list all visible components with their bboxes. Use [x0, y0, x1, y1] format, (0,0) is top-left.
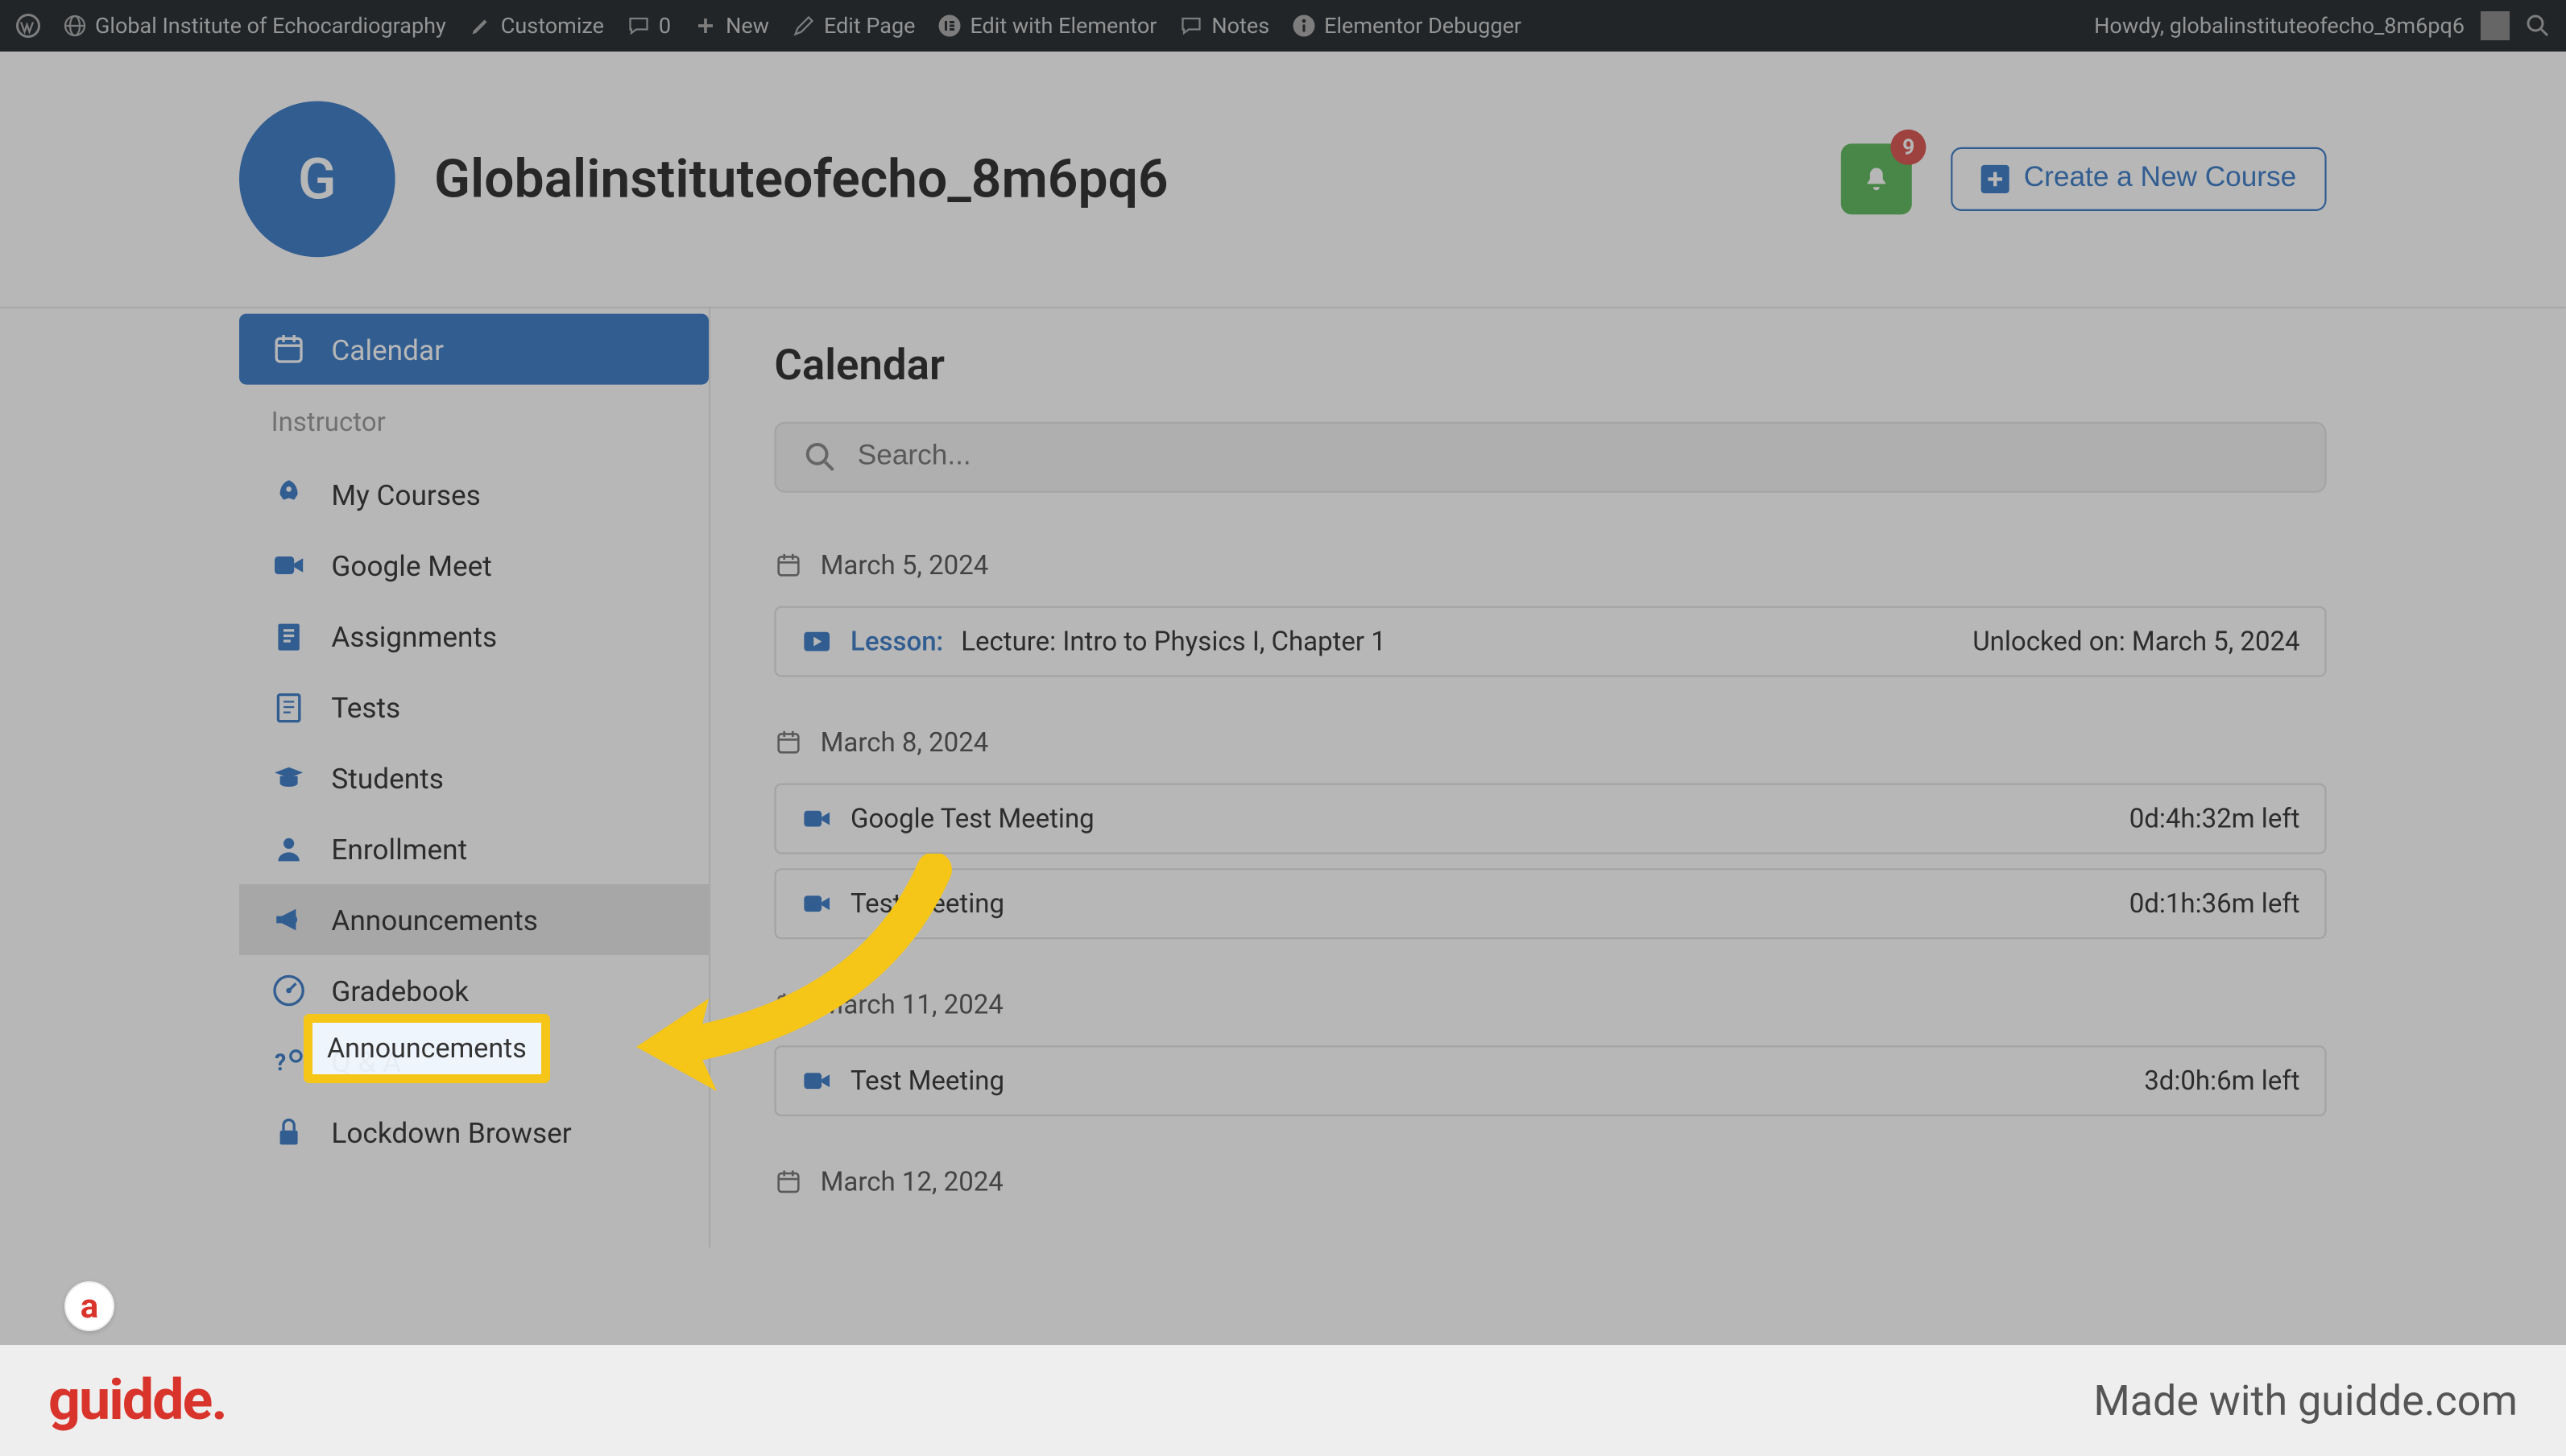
notification-badge: 9: [1891, 130, 1927, 165]
info-icon: [1292, 14, 1316, 38]
wordpress-icon: [16, 14, 40, 38]
calendar-container: March 5, 2024 Lesson: Lecture: Intro to …: [774, 549, 2326, 1197]
search-input[interactable]: [858, 441, 2296, 474]
edit-elementor-item[interactable]: Edit with Elementor: [937, 13, 1157, 39]
plus-icon: [693, 14, 718, 38]
question-icon: ?: [271, 1044, 307, 1079]
search-icon: [805, 441, 837, 474]
calendar-date: March 12, 2024: [774, 1166, 2326, 1198]
brush-icon: [469, 14, 493, 38]
calendar-date: March 8, 2024: [774, 726, 2326, 759]
wp-logo[interactable]: [16, 14, 40, 38]
calendar-group: March 8, 2024 Google Test Meeting0d:4h:3…: [774, 726, 2326, 939]
sidebar-item-google-meet[interactable]: Google Meet: [239, 530, 709, 601]
calendar-item[interactable]: Google Test Meeting0d:4h:32m left: [774, 784, 2326, 854]
sidebar-tests-label: Tests: [331, 690, 400, 724]
graduation-icon: [271, 760, 307, 796]
comment-icon: [627, 14, 651, 38]
sidebar-students-label: Students: [331, 761, 443, 795]
calendar-group: March 11, 2024 Test Meeting3d:0h:6m left: [774, 989, 2326, 1116]
notes-label: Notes: [1211, 13, 1269, 39]
lock-icon: [271, 1115, 307, 1150]
sidebar-enrollment-label: Enrollment: [331, 832, 467, 866]
user-avatar-circle: G: [239, 101, 395, 258]
create-course-label: Create a New Course: [2024, 163, 2296, 196]
video-icon: [271, 548, 307, 583]
debugger-label: Elementor Debugger: [1324, 13, 1521, 39]
new-label: New: [726, 13, 769, 39]
edit-page-item[interactable]: Edit Page: [792, 13, 915, 39]
debugger-item[interactable]: Elementor Debugger: [1292, 13, 1521, 39]
customize-label: Customize: [501, 13, 604, 39]
comments-item[interactable]: 0: [627, 13, 671, 39]
new-item[interactable]: New: [693, 13, 769, 39]
create-course-button[interactable]: Create a New Course: [1951, 147, 2327, 211]
svg-text:?: ?: [275, 1049, 286, 1076]
search-icon[interactable]: [2526, 14, 2550, 38]
user-avatar-icon[interactable]: [2481, 11, 2510, 40]
made-with-label: Made with guidde.com: [2093, 1376, 2518, 1425]
calendar-group: March 5, 2024 Lesson: Lecture: Intro to …: [774, 549, 2326, 676]
calendar-item[interactable]: Test Meeting0d:1h:36m left: [774, 868, 2326, 939]
elementor-icon: [937, 14, 962, 38]
document-icon: [271, 689, 307, 725]
notifications-button[interactable]: 9: [1841, 143, 1912, 214]
home-icon: [63, 14, 87, 38]
edit-elementor-label: Edit with Elementor: [970, 13, 1157, 39]
edit-page-label: Edit Page: [824, 13, 915, 39]
sidebar-item-my-courses[interactable]: My Courses: [239, 459, 709, 530]
notes-icon: [1179, 14, 1203, 38]
gauge-icon: [271, 973, 307, 1008]
site-name-item[interactable]: Global Institute of Echocardiography: [63, 13, 446, 39]
user-icon: [271, 831, 307, 867]
calendar-date: March 11, 2024: [774, 989, 2326, 1021]
comments-count: 0: [659, 13, 671, 39]
sidebar-google-meet-label: Google Meet: [331, 548, 491, 582]
main-title: Calendar: [774, 341, 2326, 391]
calendar-item[interactable]: Test Meeting3d:0h:6m left: [774, 1045, 2326, 1116]
sidebar-gradebook-label: Gradebook: [331, 974, 469, 1007]
page-wrap: G Globalinstituteofecho_8m6pq6 9 Create …: [0, 52, 2566, 1345]
search-box[interactable]: [774, 422, 2326, 493]
wp-admin-bar: Global Institute of Echocardiography Cus…: [0, 0, 2566, 52]
megaphone-icon: [271, 902, 307, 937]
highlight-announcements-label: Announcements: [327, 1032, 527, 1065]
pointer-arrow: [580, 854, 966, 1111]
clipboard-icon: [271, 618, 307, 654]
calendar-item[interactable]: Lesson: Lecture: Intro to Physics I, Cha…: [774, 606, 2326, 677]
calendar-icon: [271, 332, 307, 367]
guidde-logo: guidde.: [48, 1367, 226, 1433]
footer: guidde. Made with guidde.com: [0, 1345, 2566, 1456]
sidebar-my-courses-label: My Courses: [331, 478, 480, 511]
sidebar-calendar-label: Calendar: [331, 333, 444, 366]
howdy-label[interactable]: Howdy, globalinstituteofecho_8m6pq6: [2094, 13, 2465, 39]
plus-square-icon: [1981, 165, 2009, 193]
bell-icon: [1860, 163, 1893, 196]
sidebar-item-tests[interactable]: Tests: [239, 672, 709, 742]
guidde-badge: a: [64, 1281, 114, 1331]
avatar-letter: G: [298, 146, 337, 213]
pencil-icon: [792, 14, 816, 38]
calendar-group: March 12, 2024: [774, 1166, 2326, 1198]
sidebar-item-students[interactable]: Students: [239, 742, 709, 813]
sidebar-lockdown-label: Lockdown Browser: [331, 1115, 571, 1149]
calendar-date: March 5, 2024: [774, 549, 2326, 581]
guidde-badge-letter: a: [81, 1287, 98, 1326]
highlight-announcements: Announcements: [306, 1016, 548, 1081]
dashboard-title: Globalinstituteofecho_8m6pq6: [434, 148, 1169, 210]
dashboard-header: G Globalinstituteofecho_8m6pq6 9 Create …: [0, 52, 2566, 308]
customize-item[interactable]: Customize: [469, 13, 604, 39]
site-name-label: Global Institute of Echocardiography: [95, 13, 446, 39]
sidebar-section-instructor: Instructor: [239, 385, 709, 459]
notes-item[interactable]: Notes: [1179, 13, 1269, 39]
rocket-icon: [271, 477, 307, 512]
sidebar-assignments-label: Assignments: [331, 619, 497, 653]
sidebar-item-calendar[interactable]: Calendar: [239, 314, 709, 385]
sidebar-item-assignments[interactable]: Assignments: [239, 601, 709, 672]
sidebar-announcements-label: Announcements: [331, 903, 538, 937]
